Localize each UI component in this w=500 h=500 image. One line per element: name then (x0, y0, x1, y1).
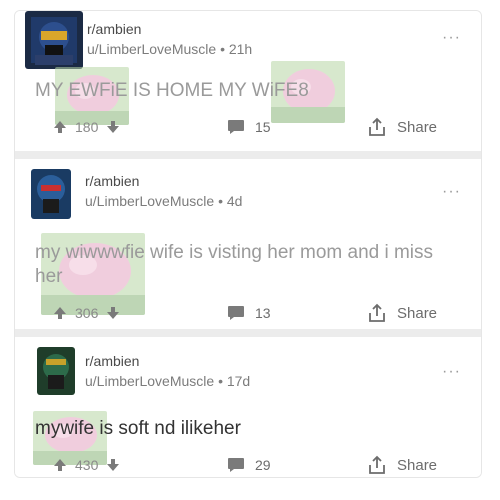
share-button[interactable]: Share (367, 117, 437, 137)
arrow-up-icon[interactable] (53, 120, 67, 134)
share-icon (367, 303, 387, 323)
post-card[interactable]: r/ambien u/LimberLoveMuscle • 21h ··· MY… (15, 11, 481, 151)
username[interactable]: u/LimberLoveMuscle (85, 373, 214, 389)
arrow-up-icon[interactable] (53, 458, 67, 472)
subreddit-name[interactable]: r/ambien (85, 353, 139, 369)
post-meta: u/LimberLoveMuscle • 17d (85, 373, 250, 389)
more-dots-icon[interactable]: ··· (442, 183, 461, 201)
more-dots-icon[interactable]: ··· (442, 363, 461, 381)
feed: r/ambien u/LimberLoveMuscle • 21h ··· MY… (14, 10, 482, 478)
share-label: Share (397, 118, 438, 136)
post-age: 4d (226, 193, 243, 209)
username[interactable]: u/LimberLoveMuscle (85, 193, 214, 209)
comment-bubble-icon (227, 457, 245, 473)
vote-bar: 430 (53, 457, 120, 473)
arrow-down-icon[interactable] (106, 306, 120, 320)
post-card[interactable]: r/ambien u/LimberLoveMuscle • 17d ··· my… (15, 337, 481, 477)
share-icon (367, 455, 387, 475)
share-label: Share (397, 456, 438, 474)
comment-count: 29 (255, 457, 271, 473)
comments-button[interactable]: 29 (227, 457, 271, 473)
post-meta: u/LimberLoveMuscle • 4d (85, 193, 242, 209)
comment-count: 13 (255, 305, 271, 321)
post-age: 21h (228, 41, 253, 57)
comments-button[interactable]: 15 (227, 119, 271, 135)
separator-dot: • (218, 193, 223, 209)
share-label: Share (397, 304, 438, 322)
post-divider (15, 329, 481, 337)
comments-button[interactable]: 13 (227, 305, 271, 321)
comment-bubble-icon (227, 119, 245, 135)
share-icon (367, 117, 387, 137)
separator-dot: • (218, 373, 223, 389)
post-title[interactable]: my wiwwwfie wife is visting her mom and … (35, 241, 465, 289)
subreddit-avatar[interactable] (37, 347, 75, 395)
post-title[interactable]: MY EWFiE IS HOME MY WiFE8 (35, 79, 309, 103)
more-dots-icon[interactable]: ··· (442, 29, 461, 47)
post-age: 17d (226, 373, 251, 389)
vote-bar: 180 (53, 119, 120, 135)
subreddit-name[interactable]: r/ambien (87, 21, 141, 37)
subreddit-avatar[interactable] (25, 11, 83, 69)
share-button[interactable]: Share (367, 455, 437, 475)
comment-bubble-icon (227, 305, 245, 321)
post-card[interactable]: r/ambien u/LimberLoveMuscle • 4d ··· my … (15, 159, 481, 329)
username[interactable]: u/LimberLoveMuscle (87, 41, 216, 57)
post-meta: u/LimberLoveMuscle • 21h (87, 41, 252, 57)
vote-bar: 306 (53, 305, 120, 321)
post-divider (15, 151, 481, 159)
comment-count: 15 (255, 119, 271, 135)
arrow-down-icon[interactable] (106, 120, 120, 134)
upvote-count: 430 (75, 457, 99, 473)
separator-dot: • (220, 41, 225, 57)
arrow-up-icon[interactable] (53, 306, 67, 320)
arrow-down-icon[interactable] (106, 458, 120, 472)
subreddit-name[interactable]: r/ambien (85, 173, 139, 189)
subreddit-avatar[interactable] (31, 169, 71, 219)
upvote-count: 180 (75, 119, 99, 135)
share-button[interactable]: Share (367, 303, 437, 323)
upvote-count: 306 (75, 305, 99, 321)
post-title[interactable]: mywife is soft nd ilikeher (35, 417, 241, 441)
